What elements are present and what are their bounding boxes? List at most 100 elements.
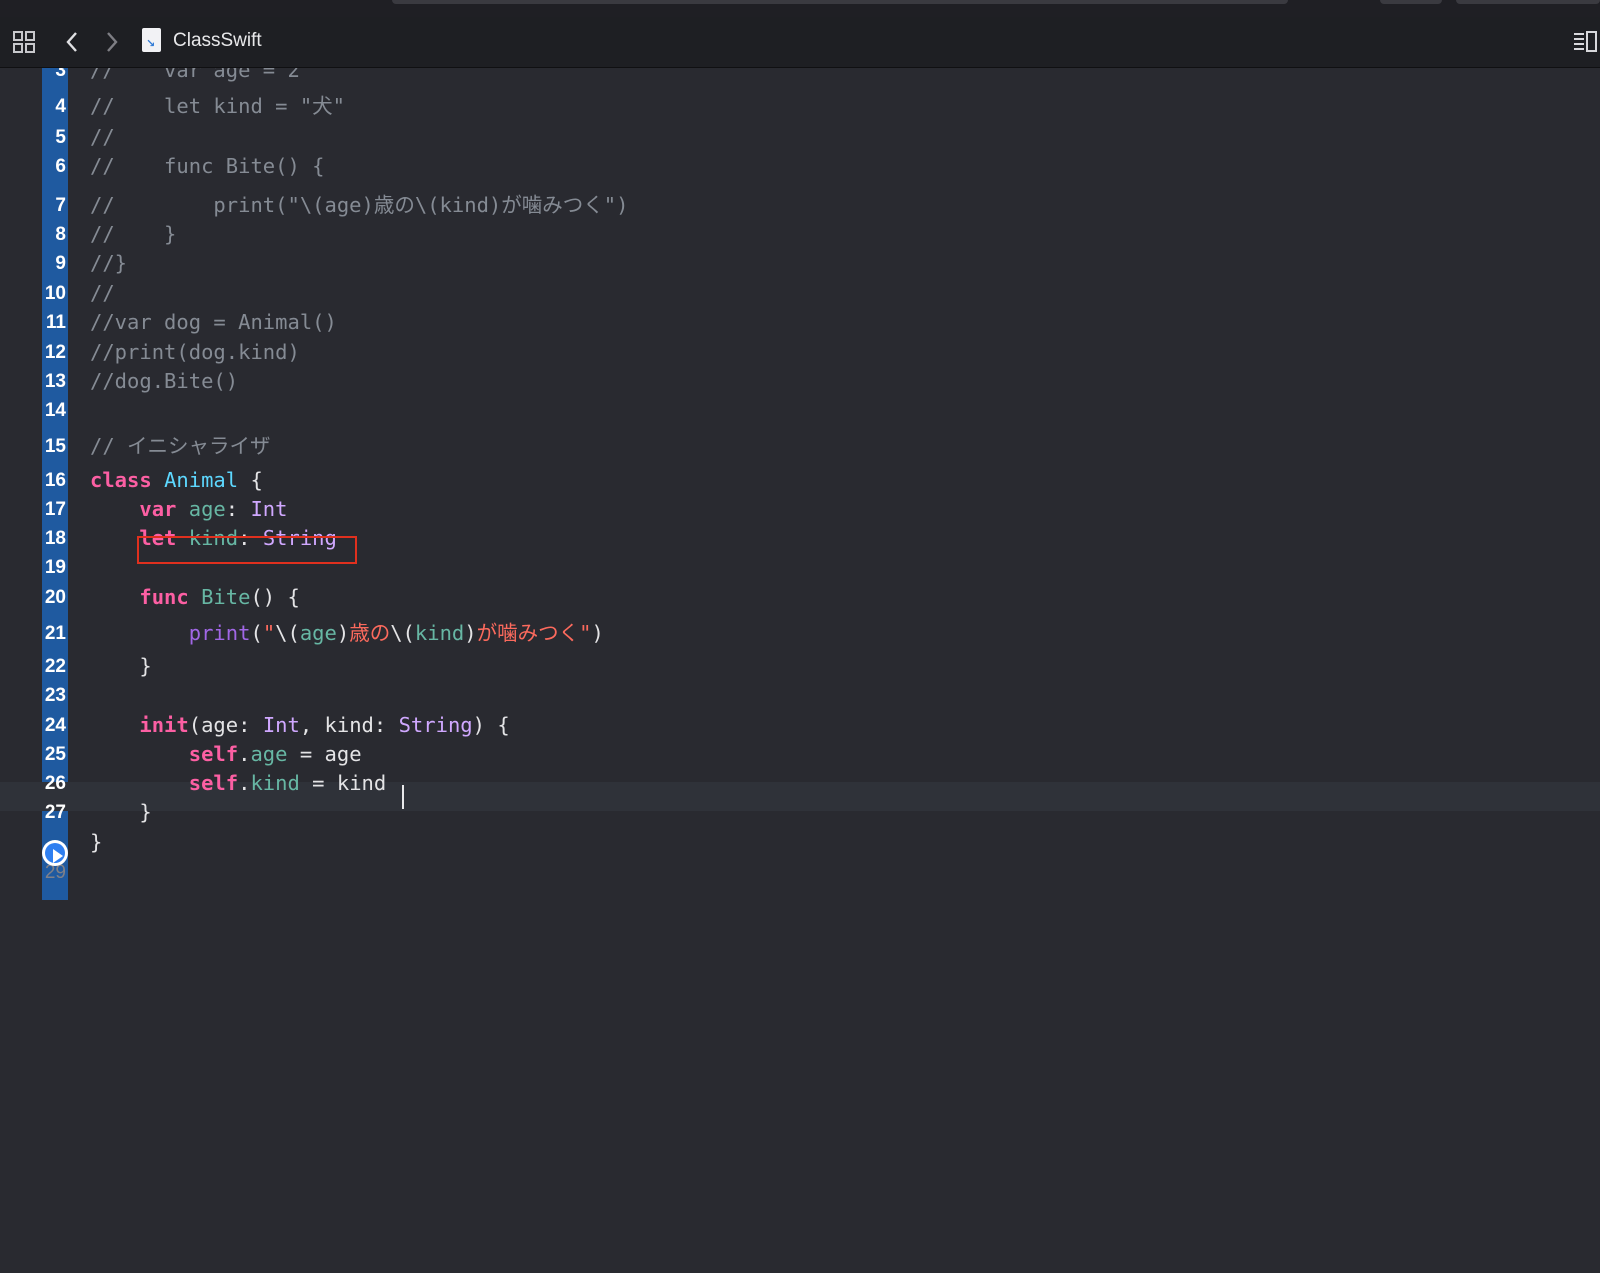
property-ref: kind xyxy=(250,771,300,795)
code-line[interactable]: 12 //print(dog.kind) xyxy=(0,338,1600,367)
run-marker-fill xyxy=(45,843,65,863)
line-number: 16 xyxy=(44,470,66,491)
code-line[interactable]: 21 print("\(age)歳の\(kind)が噛みつく") xyxy=(0,619,1600,648)
code-text: //var dog = Animal() xyxy=(90,310,337,334)
keyword-self: self xyxy=(188,771,239,795)
code-text: func Bite() { xyxy=(139,585,300,609)
property-ref: age xyxy=(250,742,288,766)
code-line[interactable]: 6 // func Bite() { xyxy=(0,152,1600,181)
code-text: // xyxy=(90,125,115,149)
execution-run-marker-icon[interactable] xyxy=(42,840,68,866)
code-text: } xyxy=(90,830,103,854)
code-line[interactable]: 4 // let kind = "犬" xyxy=(0,92,1600,121)
code-text: // xyxy=(90,281,115,305)
string-literal: " xyxy=(262,621,276,645)
code-text: class Animal { xyxy=(90,468,263,492)
tab-indicator xyxy=(392,0,1288,4)
code-text: //dog.Bite() xyxy=(90,369,239,393)
line-number: 7 xyxy=(55,195,66,216)
forward-chevron-icon[interactable] xyxy=(98,29,124,55)
back-chevron-icon[interactable] xyxy=(60,29,86,55)
code-line[interactable]: 7 // print("\(age)歳の\(kind)が噛みつく") xyxy=(0,191,1600,220)
editor-jump-bar: ↘ ClassSwift xyxy=(0,17,1600,68)
line-number: 21 xyxy=(44,623,66,644)
code-text: // var age = 2 xyxy=(90,68,300,82)
line-number: 9 xyxy=(55,253,66,274)
code-line[interactable]: 10 // xyxy=(0,279,1600,308)
builtin-print: print xyxy=(188,621,251,645)
line-number: 18 xyxy=(44,528,66,549)
grid-icon[interactable] xyxy=(12,29,38,55)
line-number: 20 xyxy=(44,587,66,608)
code-text: print("\(age)歳の\(kind)が噛みつく") xyxy=(188,621,604,645)
line-number: 6 xyxy=(55,156,66,177)
text-cursor xyxy=(402,785,404,809)
code-text: //} xyxy=(90,251,128,275)
type-name: String xyxy=(398,713,473,737)
code-line[interactable]: 8 // } xyxy=(0,220,1600,249)
property-name: age xyxy=(188,497,226,521)
code-line[interactable]: } xyxy=(0,828,1600,857)
string-literal: が噛みつく" xyxy=(476,621,592,645)
code-line[interactable]: 14 xyxy=(0,396,1600,425)
line-number: 3 xyxy=(55,68,66,81)
code-text: // let kind = "犬" xyxy=(90,94,345,118)
line-number: 17 xyxy=(44,499,66,520)
swift-logo-icon: ↘ xyxy=(146,37,156,50)
property-ref: kind xyxy=(414,621,465,645)
code-line[interactable]: 9 //} xyxy=(0,249,1600,278)
line-number: 10 xyxy=(44,283,66,304)
code-line[interactable]: 27 } xyxy=(0,798,1600,827)
code-line[interactable]: 5 // xyxy=(0,123,1600,152)
line-number: 8 xyxy=(55,224,66,245)
type-name: Int xyxy=(250,497,288,521)
line-number: 4 xyxy=(55,96,66,117)
code-text: init(age: Int, kind: String) { xyxy=(139,713,510,737)
code-line[interactable]: 17 var age: Int xyxy=(0,495,1600,524)
line-number: 23 xyxy=(44,685,66,706)
code-text: } xyxy=(90,654,152,678)
string-literal: 歳の xyxy=(349,621,391,645)
line-number: 5 xyxy=(55,127,66,148)
code-text: var age: Int xyxy=(139,497,288,521)
swift-file-icon: ↘ xyxy=(142,28,161,52)
line-number: 25 xyxy=(44,744,66,765)
code-line[interactable]: 20 func Bite() { xyxy=(0,583,1600,612)
breadcrumb-file[interactable]: ClassSwift xyxy=(173,30,262,52)
code-line[interactable]: 26 self.kind = kind xyxy=(0,769,1600,798)
code-line[interactable]: 29 xyxy=(0,858,1600,887)
line-number: 14 xyxy=(44,400,66,421)
code-text: // print("\(age)歳の\(kind)が噛みつく") xyxy=(90,193,629,217)
line-number: 19 xyxy=(44,557,66,578)
keyword-func: func xyxy=(139,585,189,609)
code-line[interactable]: 24 init(age: Int, kind: String) { xyxy=(0,711,1600,740)
window-top-strip xyxy=(0,0,1600,17)
code-text: self.age = age xyxy=(188,742,362,766)
keyword-init: init xyxy=(139,713,189,737)
code-line[interactable]: 13 //dog.Bite() xyxy=(0,367,1600,396)
keyword-class: class xyxy=(90,468,152,492)
code-text: } xyxy=(90,800,152,824)
code-line[interactable]: 16 class Animal { xyxy=(0,466,1600,495)
code-text: // イニシャライザ xyxy=(90,434,271,458)
code-line[interactable]: 3 // var age = 2 xyxy=(0,68,1600,85)
code-line[interactable]: 15 // イニシャライザ xyxy=(0,432,1600,461)
line-number: 27 xyxy=(44,802,66,823)
source-editor[interactable]: 3 // var age = 2 4 // let kind = "犬" 5 /… xyxy=(0,68,1600,1273)
editor-options-icon[interactable] xyxy=(1572,29,1598,55)
code-text: //print(dog.kind) xyxy=(90,340,300,364)
code-text: self.kind = kind xyxy=(188,771,387,795)
code-line[interactable]: 25 self.age = age xyxy=(0,740,1600,769)
tab-indicator xyxy=(1456,0,1600,4)
code-line[interactable]: 11 //var dog = Animal() xyxy=(0,308,1600,337)
code-line[interactable]: 22 } xyxy=(0,652,1600,681)
play-icon xyxy=(53,849,63,863)
property-ref: age xyxy=(299,621,337,645)
keyword-var: var xyxy=(139,497,177,521)
line-number: 13 xyxy=(44,371,66,392)
function-name: Bite xyxy=(201,585,251,609)
tab-indicator xyxy=(1380,0,1442,4)
annotation-highlight-box xyxy=(137,536,357,564)
line-number: 12 xyxy=(44,342,66,363)
code-line[interactable]: 23 xyxy=(0,681,1600,710)
